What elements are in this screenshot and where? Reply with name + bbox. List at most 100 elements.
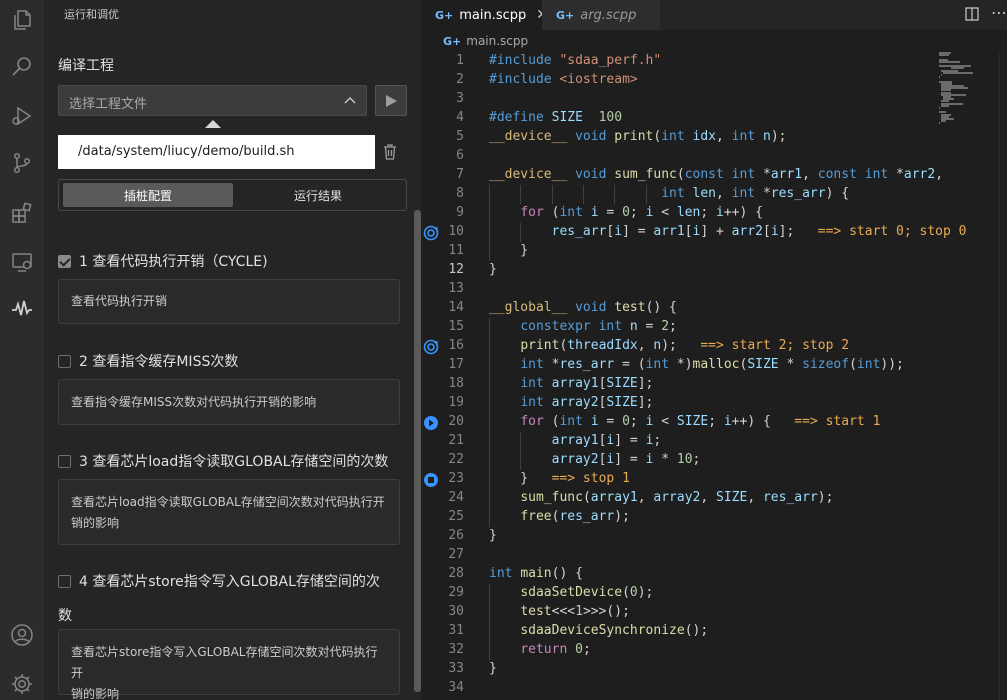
code-line[interactable]: 16 print(threadIdx, n); ==> start 2; sto… xyxy=(421,337,939,356)
code-line[interactable]: 13 xyxy=(421,280,939,299)
code-text: int array2[SIZE]; xyxy=(520,395,654,410)
files-icon[interactable] xyxy=(0,0,44,40)
breadcrumb-file: main.scpp xyxy=(466,34,529,48)
description-text: 查看代码执行开销 xyxy=(71,294,168,308)
code-line[interactable]: 18 int array1[SIZE]; xyxy=(421,375,939,394)
tab-instrumentation-config[interactable]: 插桩配置 xyxy=(63,183,233,207)
minimap-line xyxy=(939,107,940,109)
breadcrumb[interactable]: G+ main.scpp xyxy=(443,34,528,48)
code-line[interactable]: 17 int *res_arr = (int *)malloc(SIZE * s… xyxy=(421,356,939,375)
code-line[interactable]: 15 constexpr int n = 2; xyxy=(421,318,939,337)
code-text: } ==> stop 1 xyxy=(489,471,630,486)
sidebar-scrollbar[interactable] xyxy=(414,210,421,692)
start-stop-marker-icon[interactable] xyxy=(423,225,439,241)
line-number: 25 xyxy=(448,509,464,524)
code-line[interactable]: 24 sum_func(array1, array2, SIZE, res_ar… xyxy=(421,489,939,508)
minimap-line xyxy=(941,120,947,123)
code-line[interactable]: 23 } ==> stop 1 xyxy=(421,470,939,489)
option-cycle[interactable]: 1 查看代码执行开销（CYCLE) xyxy=(58,251,268,271)
select-placeholder: 选择工程文件 xyxy=(69,97,148,112)
run-button[interactable] xyxy=(375,85,407,116)
code-line[interactable]: 34 xyxy=(421,679,939,698)
start-stop-marker-icon[interactable] xyxy=(423,339,439,355)
cpp-file-icon: G+ xyxy=(443,34,462,48)
split-editor-icon[interactable] xyxy=(965,7,979,21)
search-icon[interactable] xyxy=(0,47,44,87)
code-line[interactable]: 29 sdaaSetDevice(0); xyxy=(421,584,939,603)
code-line[interactable]: 14 __global__ void test() { xyxy=(421,299,939,318)
code-line[interactable]: 22 array2[i] = i * 10; xyxy=(421,451,939,470)
start-marker-icon[interactable] xyxy=(423,415,439,431)
settings-gear-icon[interactable] xyxy=(0,664,44,700)
source-control-icon[interactable] xyxy=(0,143,44,183)
account-icon[interactable] xyxy=(0,615,44,655)
code-line[interactable]: 4 #define SIZE 100 xyxy=(421,109,939,128)
code-line[interactable]: 9 for (int i = 0; i < len; i++) { xyxy=(421,204,939,223)
option-icache-miss[interactable]: 2 查看指令缓存MISS次数 xyxy=(58,351,238,371)
code-line[interactable]: 21 array1[i] = i; xyxy=(421,432,939,451)
description-text: 查看芯片load指令读取GLOBAL存储空间次数对代码执行开 xyxy=(71,495,385,509)
extensions-icon[interactable] xyxy=(0,193,44,233)
editor-scrollbar[interactable] xyxy=(999,52,1007,700)
option-global-store-description: 查看芯片store指令写入GLOBAL存储空间次数对代码执行开 销的影响 xyxy=(58,629,400,700)
description-text: 销的影响 xyxy=(71,516,120,530)
code-text: } xyxy=(489,243,529,258)
code-line[interactable]: 11 } xyxy=(421,242,939,261)
project-file-select[interactable]: 选择工程文件 xyxy=(58,85,367,116)
code-text: array2[i] = i * 10; xyxy=(551,452,701,467)
minimap-line xyxy=(941,104,949,107)
option-global-store[interactable]: 4 查看芯片store指令写入GLOBAL存储空间的次 xyxy=(58,571,380,591)
run-debug-icon[interactable] xyxy=(0,96,44,136)
code-line[interactable]: 12} xyxy=(421,261,939,280)
waveform-icon[interactable] xyxy=(0,289,44,329)
minimap[interactable] xyxy=(939,52,999,132)
code-line[interactable]: 6 xyxy=(421,147,939,166)
stop-marker-icon[interactable] xyxy=(423,472,439,488)
line-number: 26 xyxy=(448,528,464,543)
code-line[interactable]: 2 #include <iostream> xyxy=(421,71,939,90)
tab-run-results[interactable]: 运行结果 xyxy=(233,183,403,207)
code-line[interactable]: 5 __device__ void print(int idx, int n); xyxy=(421,128,939,147)
line-number: 30 xyxy=(448,604,464,619)
code-line[interactable]: 33} xyxy=(421,660,939,679)
checkbox-global-store[interactable] xyxy=(58,574,71,588)
code-line[interactable]: 32 return 0; xyxy=(421,641,939,660)
line-number: 22 xyxy=(448,452,464,467)
code-line[interactable]: 26} xyxy=(421,527,939,546)
code-area[interactable]: 1 #include "sdaa_perf.h" 2 #include <iostre… xyxy=(421,52,967,698)
line-number: 34 xyxy=(448,680,464,695)
trash-icon[interactable] xyxy=(382,143,398,161)
code-line[interactable]: 10 res_arr[i] = arr1[i] + arr2[i]; ==> s… xyxy=(421,223,967,242)
code-text: sdaaSetDevice(0); xyxy=(520,585,654,600)
code-text: int len, int *res_arr) { xyxy=(661,186,850,201)
code-text: print(threadIdx, n); ==> start 2; stop 2 xyxy=(520,338,850,353)
code-text: #include <iostream> xyxy=(489,72,638,87)
line-number: 24 xyxy=(448,490,464,505)
code-line[interactable]: 19 int array2[SIZE]; xyxy=(421,394,939,413)
code-line[interactable]: 28 int main() { xyxy=(421,565,939,584)
line-number: 7 xyxy=(456,167,464,182)
code-line[interactable]: 31 sdaaDeviceSynchronize(); xyxy=(421,622,939,641)
option-global-load[interactable]: 3 查看芯片load指令读取GLOBAL存储空间的次数 xyxy=(58,451,388,471)
checkbox-icache-miss[interactable] xyxy=(58,354,71,368)
code-line[interactable]: 3 xyxy=(421,90,939,109)
more-actions-icon[interactable]: ⋯ xyxy=(991,3,1007,22)
checkbox-global-load[interactable] xyxy=(58,454,71,468)
code-editor: G+ main.scpp ✕ G+ arg.scpp ⋯ G+ main.scp… xyxy=(421,0,1007,700)
code-line[interactable]: 30 test<<<1>>>(); xyxy=(421,603,939,622)
code-line[interactable]: 7 __device__ void sum_func(const int *arr… xyxy=(421,166,943,185)
tab-arg-scpp[interactable]: G+ arg.scpp xyxy=(542,0,660,30)
code-text: array1[i] = i; xyxy=(551,433,662,448)
code-line[interactable]: 8 int len, int *res_arr) { xyxy=(421,185,939,204)
tab-main-scpp[interactable]: G+ main.scpp ✕ xyxy=(421,0,548,30)
project-path-option[interactable]: /data/system/liucy/demo/build.sh xyxy=(58,135,375,169)
code-text: int main() { xyxy=(489,566,583,581)
code-line[interactable]: 20 for (int i = 0; i < SIZE; i++) { ==> … xyxy=(421,413,939,432)
code-line[interactable]: 25 free(res_arr); xyxy=(421,508,939,527)
checkbox-cycle[interactable] xyxy=(58,254,71,268)
line-number: 32 xyxy=(448,642,464,657)
remote-explorer-icon[interactable] xyxy=(0,242,44,282)
code-line[interactable]: 27 xyxy=(421,546,939,565)
code-line[interactable]: 1 #include "sdaa_perf.h" xyxy=(421,52,939,71)
code-text: #define SIZE 100 xyxy=(489,110,623,125)
